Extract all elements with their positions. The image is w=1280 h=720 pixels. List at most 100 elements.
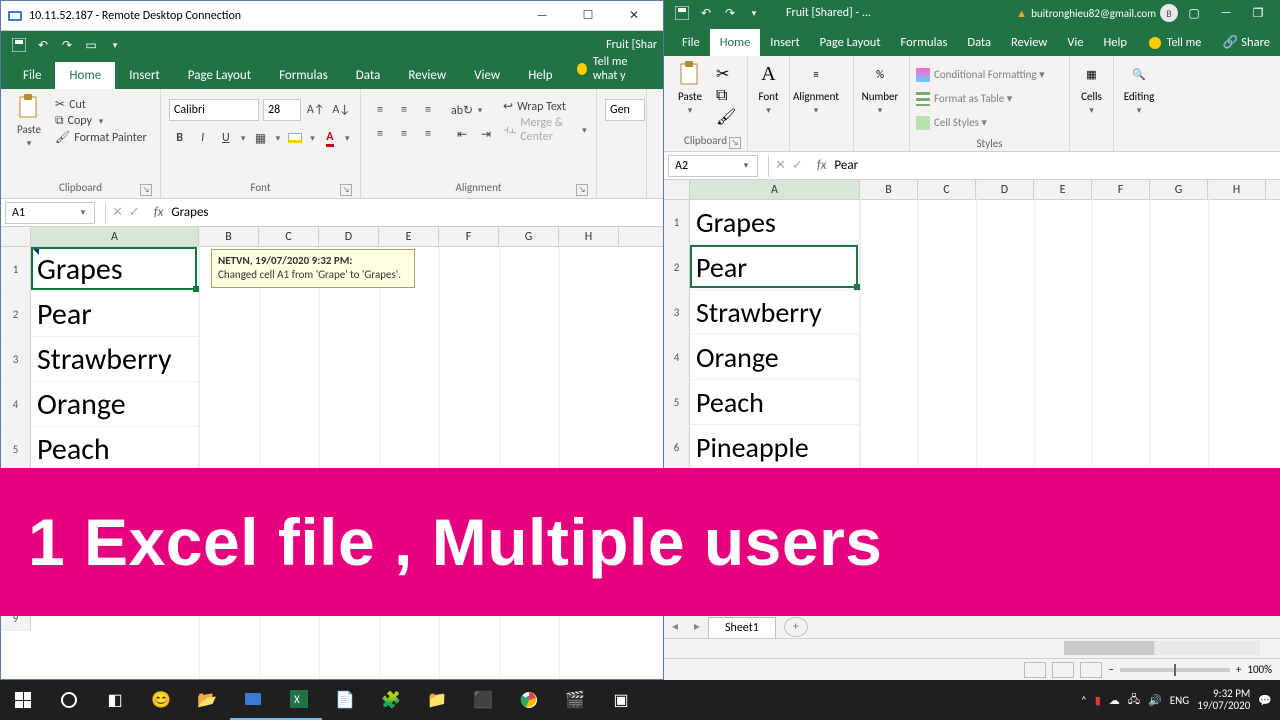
paste-button[interactable]: Paste▾ <box>670 60 710 131</box>
formula-value-right[interactable]: Pear <box>834 158 1280 173</box>
column-header-B[interactable]: B <box>860 180 918 199</box>
column-header-A[interactable]: A <box>31 227 199 246</box>
column-header-F[interactable]: F <box>1092 180 1150 199</box>
cell-styles-button[interactable]: Cell Styles ▾ <box>916 112 1045 134</box>
view-page-break-icon[interactable] <box>1080 662 1102 678</box>
taskbar-app-4[interactable]: 🧩 <box>368 680 414 720</box>
font-size-input[interactable] <box>263 99 301 121</box>
align-center-icon[interactable]: ≡ <box>393 123 415 145</box>
tab-review[interactable]: Review <box>1001 29 1057 56</box>
taskbar-app-8[interactable]: ▣ <box>598 680 644 720</box>
row-header-4[interactable]: 4 <box>664 335 690 380</box>
fx-icon[interactable]: fx <box>817 158 827 173</box>
alignment-group-button[interactable]: ≡Alignment▾ <box>796 60 836 131</box>
row-header-6[interactable]: 6 <box>664 425 690 470</box>
search-button[interactable] <box>46 680 92 720</box>
font-color-button[interactable]: A <box>319 127 340 149</box>
share-button[interactable]: 🔗 Share <box>1213 29 1280 56</box>
qat-customize[interactable]: ▾ <box>742 1 766 25</box>
cell-A3[interactable]: Strawberry <box>31 337 199 382</box>
column-header-E[interactable]: E <box>1034 180 1092 199</box>
format-as-table-button[interactable]: Format as Table ▾ <box>916 88 1045 110</box>
rdp-close[interactable]: ✕ <box>611 1 657 31</box>
fill-color-button[interactable] <box>285 127 306 149</box>
tell-me[interactable]: Tell me what y <box>567 49 663 89</box>
column-header-D[interactable]: D <box>976 180 1034 199</box>
taskbar-app-5[interactable]: 📁 <box>414 680 460 720</box>
alignment-launcher[interactable]: ↘ <box>576 184 588 196</box>
select-all-corner[interactable] <box>664 180 690 199</box>
touch-mode-icon[interactable]: ▭ <box>79 33 103 57</box>
redo-icon[interactable]: ↷ <box>718 1 742 25</box>
tab-home[interactable]: Home <box>710 29 761 56</box>
row-header-1[interactable]: 1 <box>664 200 690 245</box>
name-box-left[interactable]: A1▾ <box>5 202 95 224</box>
undo-icon[interactable]: ↶ <box>31 33 55 57</box>
signed-in-user[interactable]: ▲ buitronghieu82@gmail.com B <box>1016 4 1178 22</box>
zoom-slider[interactable] <box>1120 668 1230 672</box>
formula-value-left[interactable]: Grapes <box>171 205 663 220</box>
number-group-button[interactable]: %Number▾ <box>860 60 900 131</box>
tab-help[interactable]: Help <box>1094 29 1137 56</box>
cell-A1[interactable]: Grapes <box>31 247 199 292</box>
row-header-5[interactable]: 5 <box>1 427 31 472</box>
column-header-C[interactable]: C <box>918 180 976 199</box>
border-button[interactable]: ▦ <box>250 127 271 149</box>
cancel-formula-icon[interactable]: ✕ <box>112 205 123 220</box>
taskbar-app-2[interactable]: 📂 <box>184 680 230 720</box>
tray-clock[interactable]: 9:32 PM 19/07/2020 <box>1197 688 1250 712</box>
cut-icon[interactable]: ✂ <box>716 64 736 84</box>
row-header-2[interactable]: 2 <box>1 292 31 337</box>
tab-formulas[interactable]: Formulas <box>265 62 342 89</box>
tab-file[interactable]: File <box>672 29 710 56</box>
column-header-G[interactable]: G <box>499 227 559 246</box>
cell-A2[interactable]: Pear <box>31 292 199 337</box>
task-view-button[interactable]: ◧ <box>92 680 138 720</box>
tab-page-layout[interactable]: Page Layout <box>174 62 265 89</box>
taskbar-app-1[interactable]: 😊 <box>138 680 184 720</box>
taskbar-app-6[interactable]: ⬛ <box>460 680 506 720</box>
redo-icon[interactable]: ↷ <box>55 33 79 57</box>
window-restore[interactable]: ❐ <box>1242 1 1274 25</box>
row-header-5[interactable]: 5 <box>664 380 690 425</box>
tab-view[interactable]: View <box>460 62 514 89</box>
copy-icon[interactable]: ⧉ <box>716 86 736 105</box>
row-header-1[interactable]: 1 <box>1 247 31 292</box>
align-right-icon[interactable]: ≡ <box>417 123 439 145</box>
row-header-4[interactable]: 4 <box>1 382 31 427</box>
column-header-F[interactable]: F <box>439 227 499 246</box>
tray-icon-1[interactable]: ▮ <box>1095 694 1101 707</box>
cancel-formula-icon[interactable]: ✕ <box>775 158 786 173</box>
shrink-font-icon[interactable]: A↓ <box>331 99 353 121</box>
window-minimize[interactable]: — <box>1210 1 1242 25</box>
indent-increase-icon[interactable]: ⇥ <box>475 123 497 145</box>
sheet-tab-sheet1[interactable]: Sheet1 <box>708 617 776 638</box>
select-all-corner[interactable] <box>1 227 31 246</box>
horizontal-scrollbar[interactable] <box>664 638 1280 658</box>
tray-language[interactable]: ENG <box>1170 694 1189 707</box>
name-box-right[interactable]: A2▾ <box>668 155 758 177</box>
tab-data[interactable]: Data <box>957 29 1001 56</box>
fx-icon[interactable]: fx <box>154 205 164 220</box>
paste-button[interactable]: Paste▾ <box>9 93 49 178</box>
row-header-2[interactable]: 2 <box>664 245 690 290</box>
rdp-minimize[interactable]: — <box>519 1 565 31</box>
column-header-C[interactable]: C <box>259 227 319 246</box>
tab-insert[interactable]: Insert <box>760 29 809 56</box>
row-header-3[interactable]: 3 <box>1 337 31 382</box>
number-format-input[interactable] <box>605 99 645 121</box>
cell-A6[interactable]: Pineapple <box>690 425 860 470</box>
clipboard-launcher[interactable]: ↘ <box>140 184 152 196</box>
tray-chevron-icon[interactable]: ˄ <box>1081 694 1087 707</box>
column-header-A[interactable]: A <box>690 180 860 199</box>
column-header-H[interactable]: H <box>1208 180 1266 199</box>
font-group-button[interactable]: AFont▾ <box>754 60 783 131</box>
tray-icon-2[interactable]: ☁ <box>1109 694 1120 707</box>
zoom-in[interactable]: + <box>1236 663 1241 676</box>
rdp-maximize[interactable]: ☐ <box>565 1 611 31</box>
conditional-formatting-button[interactable]: Conditional Formatting ▾ <box>916 64 1045 86</box>
save-icon[interactable] <box>670 1 694 25</box>
merge-center-button[interactable]: ⫞⫠Merge & Center▾ <box>503 116 588 144</box>
wrap-text-button[interactable]: ↩Wrap Text <box>503 99 588 114</box>
save-icon[interactable] <box>7 33 31 57</box>
